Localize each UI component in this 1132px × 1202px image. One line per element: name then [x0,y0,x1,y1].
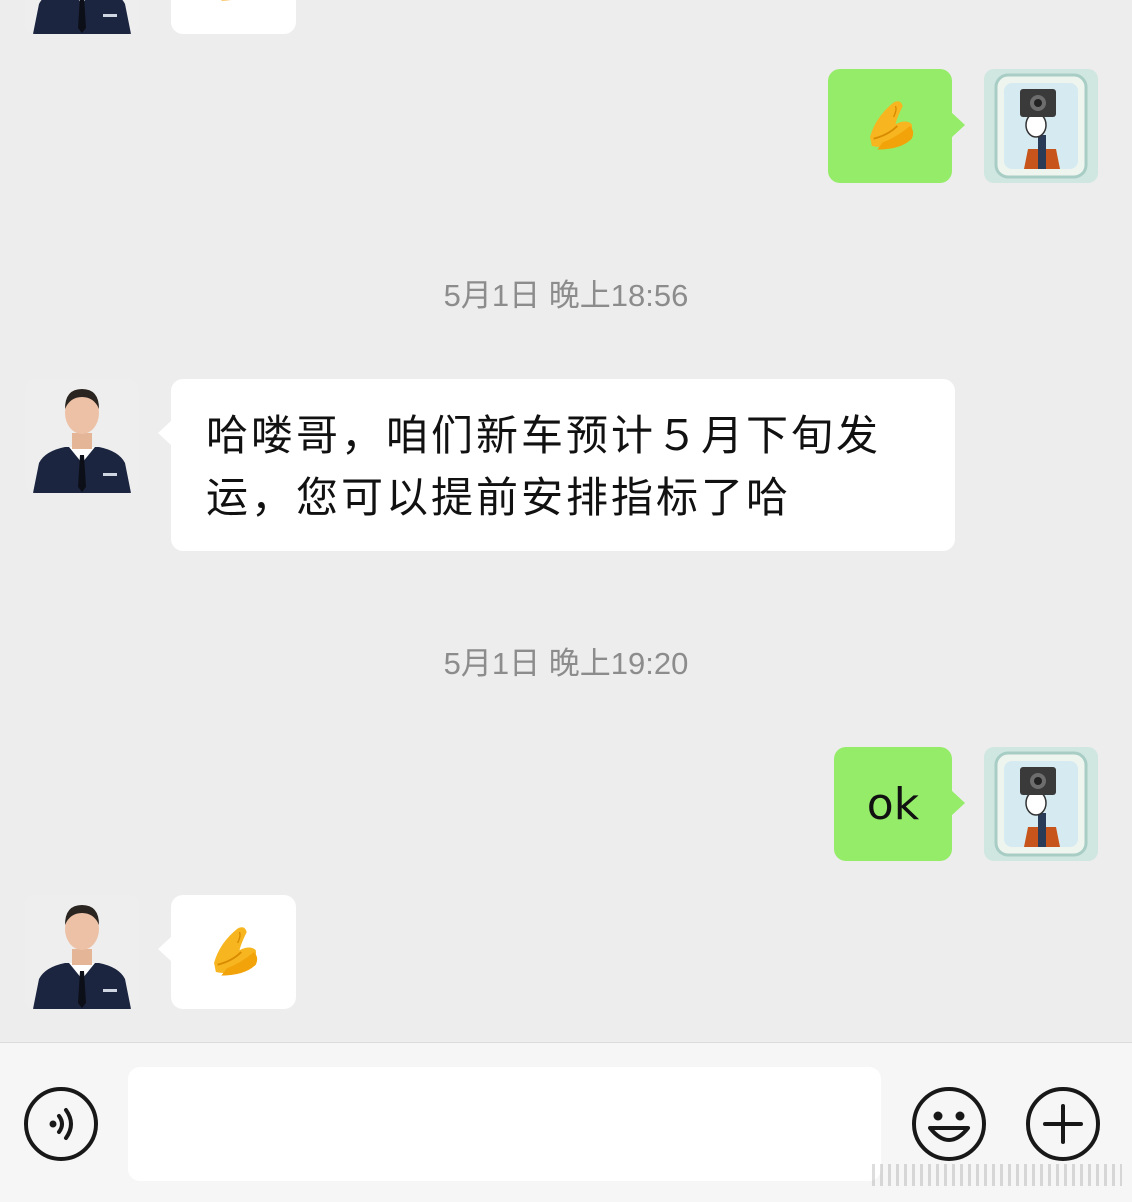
message-text: 哈喽哥，咱们新车预计５月下旬发 运，您可以提前安排指标了哈 [206,405,927,529]
contact-avatar[interactable] [25,379,139,493]
emoji-button[interactable] [911,1086,987,1162]
add-button[interactable] [1025,1086,1101,1162]
message-input[interactable] [128,1067,881,1181]
my-avatar[interactable] [984,747,1098,861]
contact-text-bubble[interactable]: 哈喽哥，咱们新车预计５月下旬发 运，您可以提前安排指标了哈 [158,379,955,551]
contact-emoji-bubble[interactable] [158,895,296,1009]
folded-hands-icon [212,0,258,2]
person-icon [25,895,139,1009]
person-icon [25,379,139,493]
smiley-icon [912,1087,986,1161]
voice-icon [24,1087,98,1161]
watermark [872,1164,1122,1186]
folded-hands-icon [212,926,258,977]
message-line: 运，您可以提前安排指标了哈 [206,473,792,522]
contact-avatar[interactable] [25,895,139,1009]
my-text-bubble[interactable]: ok [834,747,965,861]
folded-hands-icon [869,100,915,151]
plus-icon [1026,1087,1100,1161]
timestamp: 5月1日 晚上19:20 [443,646,689,681]
person-icon [25,0,139,34]
input-bar [0,1042,1132,1202]
profile-picture-icon [984,69,1098,183]
contact-emoji-bubble[interactable] [171,0,296,34]
my-avatar[interactable] [984,69,1098,183]
timestamp: 5月1日 晚上18:56 [443,278,689,313]
voice-button[interactable] [23,1086,99,1162]
message-text: ok [866,779,920,830]
profile-picture-icon [984,747,1098,861]
message-line: 哈喽哥，咱们新车预计５月下旬发 [206,411,882,460]
my-emoji-bubble[interactable] [828,69,965,183]
contact-avatar[interactable] [25,0,139,34]
